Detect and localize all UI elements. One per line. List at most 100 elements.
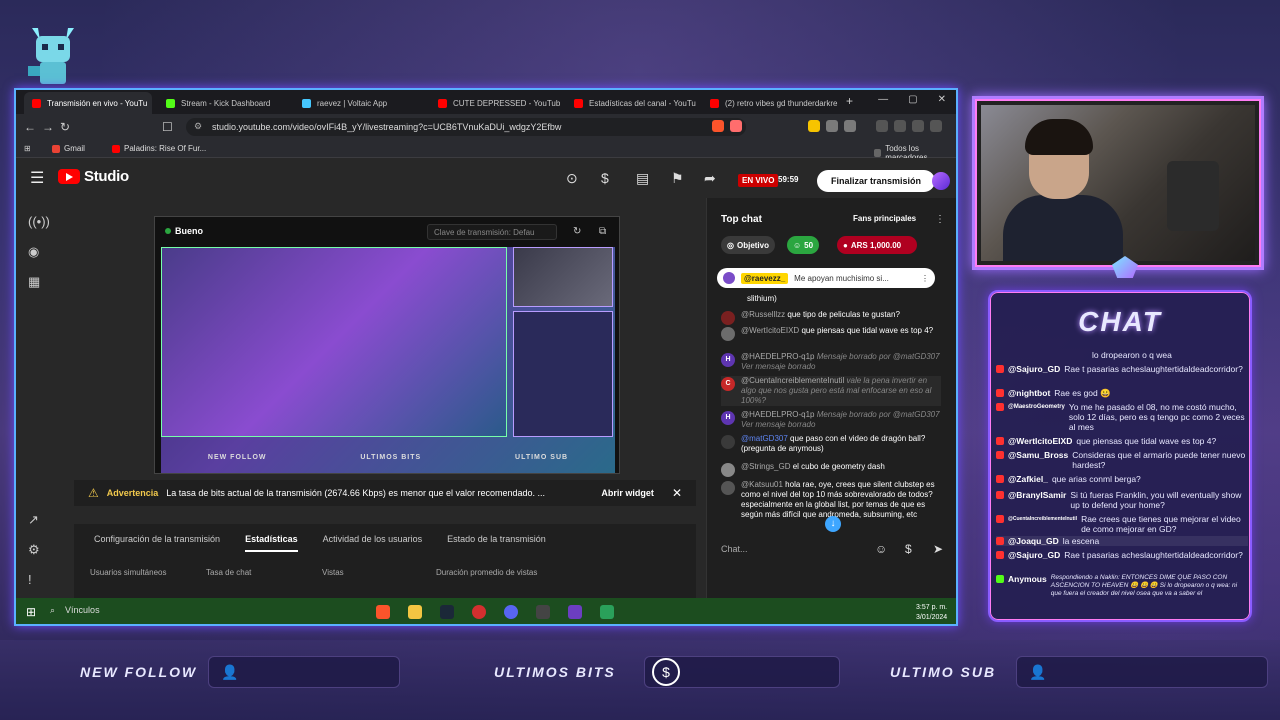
scroll-down-icon[interactable]: ↓ [825, 516, 841, 532]
chat-user[interactable]: @matGD307 [741, 434, 788, 443]
chat-user[interactable]: @Strings_GD [741, 462, 790, 471]
tab-stream-status[interactable]: Estado de la transmisión [447, 534, 546, 544]
tab-estadisticas[interactable]: Estadísticas del canal - YouTub [566, 92, 696, 114]
extensions-icon[interactable] [894, 120, 906, 132]
chat-text: el cubo de geometry dash [792, 462, 885, 471]
overlay-message: @CuentaIncreiblementeInutil Rae crees qu… [996, 514, 1248, 534]
brave-icon[interactable] [376, 605, 390, 619]
tab-voltaic[interactable]: raevez | Voltaic App [294, 92, 424, 114]
new-tab-button[interactable]: + [846, 94, 853, 108]
url-field[interactable]: ⚙ studio.youtube.com/video/ovIFi4B_yY/li… [186, 118, 746, 136]
bookmark-gmail[interactable]: Gmail [52, 144, 85, 153]
external-link-icon[interactable]: ↗ [28, 512, 39, 528]
tab-kick[interactable]: Stream - Kick Dashboard [158, 92, 288, 114]
monetization-icon[interactable]: $ [601, 170, 609, 186]
extension-icon[interactable] [826, 120, 838, 132]
refresh-icon[interactable]: ↻ [573, 226, 581, 237]
taskbar-search[interactable]: ⌕ Vínculos [50, 605, 100, 616]
superchat-icon[interactable]: $ [905, 542, 912, 556]
tab-youtube-studio[interactable]: Transmisión en vivo - YouTu ✕ [24, 92, 152, 114]
app-icon[interactable] [600, 605, 614, 619]
chat-user[interactable]: @HAEDELPRO-q1p [741, 352, 814, 361]
sidebar-icon[interactable] [876, 120, 888, 132]
pinned-message[interactable]: @raevezz_ Me apoyan muchisimo si... ⋮ [717, 268, 935, 288]
goal-chip[interactable]: ◎ Objetivo [721, 236, 775, 254]
copy-icon[interactable]: ⧉ [599, 226, 606, 237]
file-explorer-icon[interactable] [408, 605, 422, 619]
tab-cute-depressed[interactable]: CUTE DEPRESSED - YouTube [430, 92, 560, 114]
dollar-icon: $ [652, 658, 680, 686]
chat-user[interactable]: @Katsuu01 [741, 480, 783, 489]
bookmark-icon[interactable]: ⚑ [671, 170, 684, 187]
extension-icon[interactable] [808, 120, 820, 132]
chat-message: @matGD307 que paso con el video de dragó… [721, 434, 941, 454]
tab-retro-vibes[interactable]: (2) retro vibes gd thunderdarkre [702, 92, 842, 114]
back-icon[interactable]: ← [24, 120, 36, 134]
obs-icon[interactable] [472, 605, 486, 619]
discord-icon[interactable] [504, 605, 518, 619]
overlay-message: @WertIcitoEIXD que piensas que tidal wav… [996, 436, 1248, 446]
extension-icon[interactable] [844, 120, 856, 132]
top-fans-button[interactable]: Fans principales [853, 214, 916, 223]
tab-user-activity[interactable]: Actividad de los usuarios [323, 534, 423, 544]
bookmark-paladins[interactable]: Paladins: Rise Of Fur... [112, 144, 206, 153]
overlay-user: Anymous [1008, 574, 1047, 584]
share-icon[interactable]: ➦ [704, 170, 716, 187]
superchat-chip[interactable]: ● ARS 1,000.00 [837, 236, 917, 254]
overlay-text: Rae es god 😀 [1054, 388, 1111, 398]
microphone [1167, 161, 1219, 231]
maximize-icon[interactable]: ▢ [908, 94, 917, 105]
chat-user[interactable]: @WertIcitoEIXD [741, 326, 799, 335]
more-icon[interactable]: ⋮ [935, 214, 945, 225]
calendar-icon[interactable]: ▤ [636, 170, 649, 187]
more-icon[interactable]: ⋮ [921, 274, 929, 283]
calendar-icon[interactable]: ▦ [28, 274, 40, 290]
youtube-play-icon [58, 169, 80, 184]
overlay-user: @Joaqu_GD [1008, 536, 1059, 546]
bookmark-icon[interactable]: ☐ [162, 120, 173, 134]
tab-stream-settings[interactable]: Configuración de la transmisión [94, 534, 220, 544]
close-icon[interactable]: ✕ [672, 486, 682, 500]
end-stream-button[interactable]: Finalizar transmisión [817, 170, 935, 192]
menu-icon[interactable] [930, 120, 942, 132]
chat-user[interactable]: @CuentaIncreiblementeInutil [741, 376, 844, 385]
brave-rewards-icon[interactable] [730, 120, 742, 132]
settings-icon[interactable]: ⊙ [566, 170, 578, 187]
avatar[interactable] [932, 172, 950, 190]
windows-taskbar: ⊞ ⌕ Vínculos 3:57 p. m. 3/01/2024 [16, 598, 956, 624]
gear-icon[interactable]: ⚙ [28, 542, 40, 558]
apps-icon[interactable]: ⊞ [24, 144, 31, 153]
brave-shield-icon[interactable] [712, 120, 724, 132]
open-widget-button[interactable]: Abrir widget [601, 488, 654, 498]
steam-icon[interactable] [440, 605, 454, 619]
taskbar-clock[interactable]: 3:57 p. m. 3/01/2024 [916, 603, 947, 623]
feedback-icon[interactable]: ! [28, 572, 32, 587]
user-avatar [721, 327, 735, 341]
address-bar-row: ← → ↻ ☐ ⚙ studio.youtube.com/video/ovIFi… [16, 114, 956, 140]
windows-start-icon[interactable]: ⊞ [26, 605, 36, 619]
visual-studio-icon[interactable] [568, 605, 582, 619]
wallet-icon[interactable] [912, 120, 924, 132]
stream-key-select[interactable]: Clave de transmisión: Defau [427, 224, 557, 240]
chat-user[interactable]: @HAEDELPRO-q1p [741, 410, 814, 419]
live-timer: 59:59 [778, 175, 799, 184]
forward-icon[interactable]: → [42, 120, 54, 134]
preview-video[interactable]: NEW FOLLOW ULTIMOS BITS ULTIMO SUB [161, 247, 615, 473]
reload-icon[interactable]: ↻ [60, 120, 70, 134]
tab-statistics[interactable]: Estadísticas [245, 534, 298, 552]
app-icon[interactable] [536, 605, 550, 619]
streamer-hair [1025, 119, 1093, 155]
chat-mode-select[interactable]: Top chat [721, 214, 762, 225]
live-icon[interactable]: ((•)) [28, 214, 50, 229]
minimize-icon[interactable]: — [878, 94, 888, 105]
studio-logo[interactable]: Studio [58, 168, 129, 185]
menu-icon[interactable]: ☰ [30, 168, 44, 188]
chat-input[interactable]: Chat... [721, 544, 881, 554]
send-icon[interactable]: ➤ [933, 542, 943, 556]
emoji-icon[interactable]: ☺ [875, 542, 887, 556]
camera-icon[interactable]: ◉ [28, 244, 39, 260]
members-chip[interactable]: ☺ 50 [787, 236, 820, 254]
chat-user[interactable]: @Russelllzz [741, 310, 785, 319]
members-count: 50 [804, 240, 814, 250]
close-window-icon[interactable]: ✕ [938, 94, 946, 105]
